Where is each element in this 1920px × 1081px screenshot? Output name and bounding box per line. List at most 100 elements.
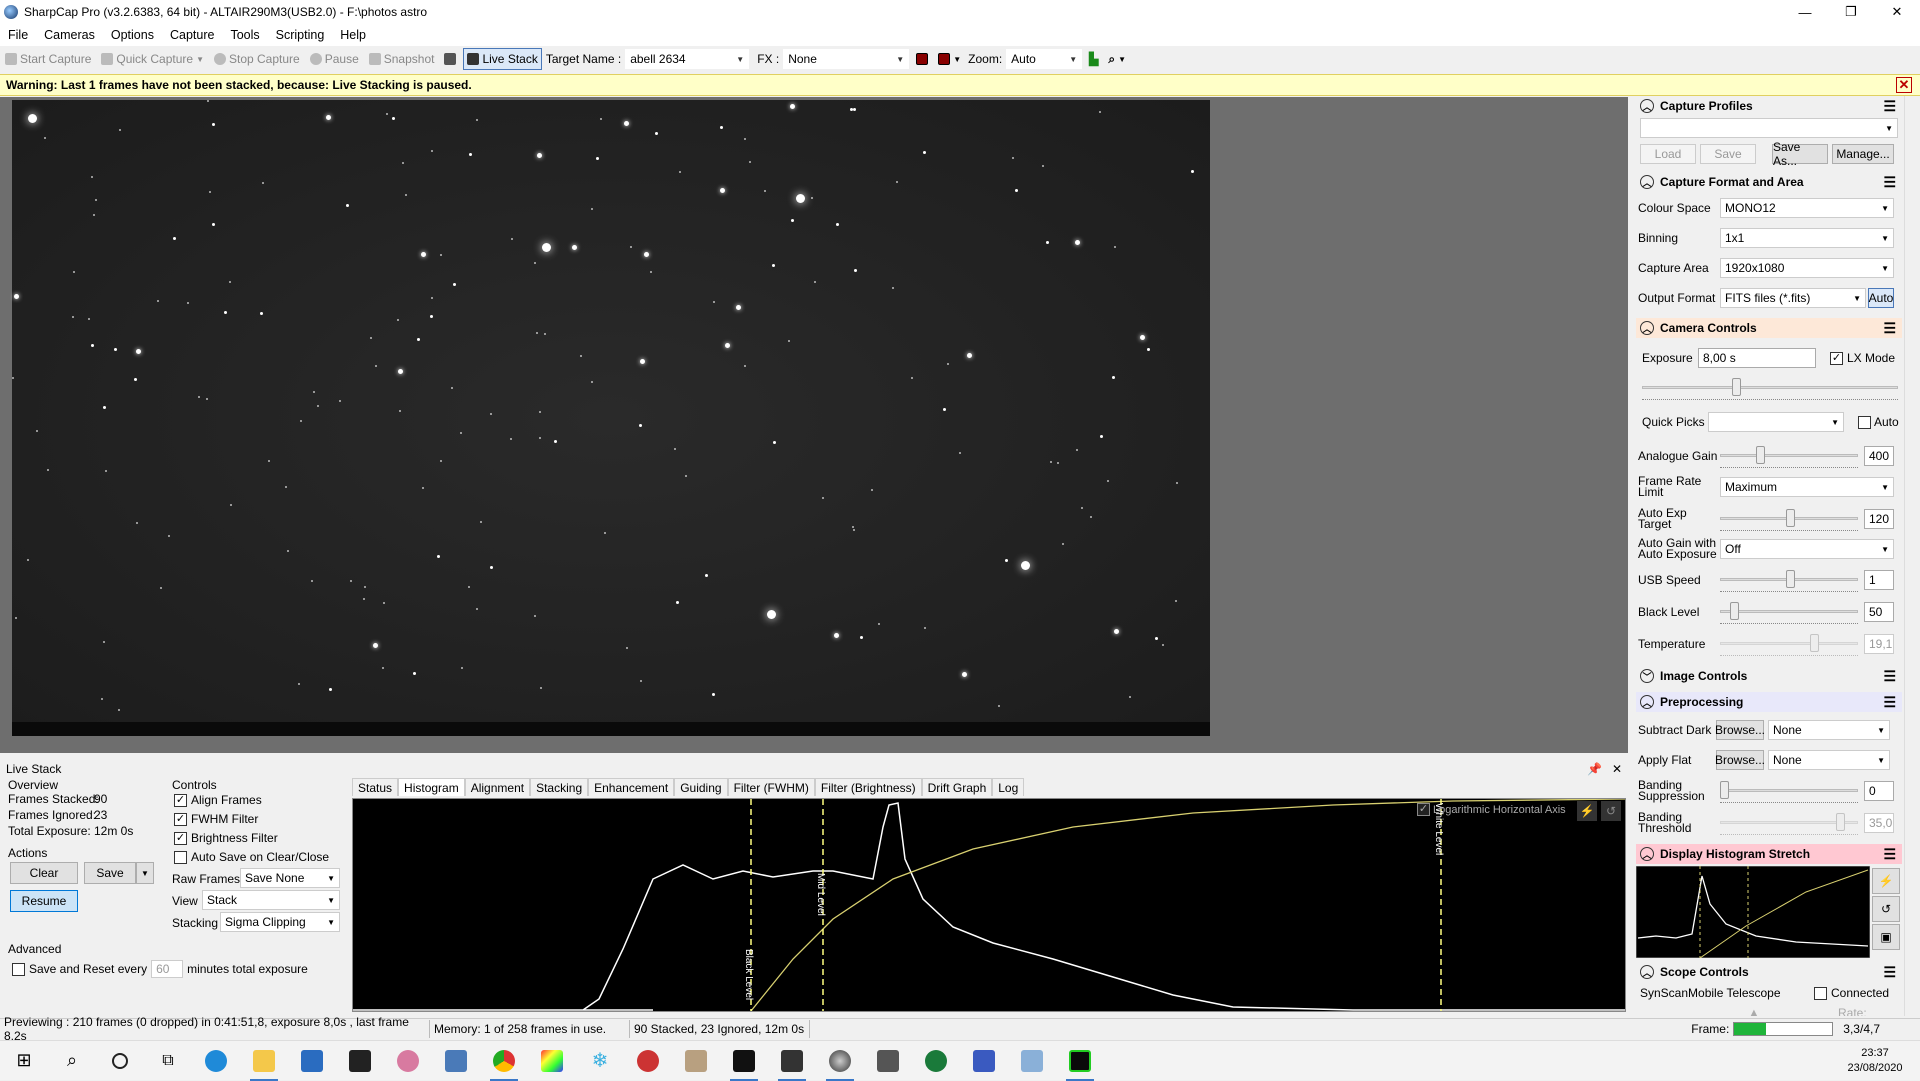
chevron-down-icon[interactable]: ▼: [1118, 55, 1126, 64]
menu-file[interactable]: File: [0, 28, 36, 42]
color-app-icon[interactable]: [528, 1041, 576, 1081]
blue-app-icon[interactable]: [960, 1041, 1008, 1081]
fx-combo[interactable]: None ▼: [783, 49, 910, 69]
menu-scripting[interactable]: Scripting: [268, 28, 333, 42]
reset-icon[interactable]: ↺: [1601, 801, 1621, 821]
quick-picks-combo[interactable]: ▼: [1708, 412, 1844, 432]
auto-save-checkbox[interactable]: [174, 850, 187, 864]
minimize-icon[interactable]: —: [1782, 0, 1828, 24]
black-level-slider[interactable]: [1720, 602, 1858, 624]
collapse-icon[interactable]: ︿: [1640, 175, 1654, 189]
shield-app-icon[interactable]: [912, 1041, 960, 1081]
star-app-icon[interactable]: [864, 1041, 912, 1081]
start-capture-button[interactable]: Start Capture: [2, 52, 94, 66]
red-app-icon[interactable]: [624, 1041, 672, 1081]
output-format-combo[interactable]: FITS files (*.fits) ▼: [1720, 288, 1866, 308]
collapse-icon[interactable]: ︿: [1640, 847, 1654, 861]
binning-combo[interactable]: 1x1 ▼: [1720, 228, 1894, 248]
tab-alignment[interactable]: Alignment: [464, 778, 531, 796]
file-explorer-icon[interactable]: [240, 1041, 288, 1081]
image-controls-header[interactable]: ﹀ Image Controls ☰: [1636, 666, 1902, 686]
focus-assist-button[interactable]: ▼: [935, 53, 964, 65]
slider-thumb[interactable]: [1732, 378, 1741, 396]
save-options-chevron-icon[interactable]: ▼: [136, 862, 154, 884]
scope-controls-header[interactable]: ︿ Scope Controls ☰: [1636, 962, 1902, 982]
save-stretch-icon[interactable]: ▣: [1872, 924, 1900, 950]
colour-space-combo[interactable]: MONO12 ▼: [1720, 198, 1894, 218]
cloud-app-icon[interactable]: [1008, 1041, 1056, 1081]
slider-thumb[interactable]: [1786, 570, 1795, 588]
task-view-icon[interactable]: ⧉: [144, 1041, 192, 1081]
black-level-input[interactable]: 50: [1864, 602, 1894, 622]
save-profile-button[interactable]: Save: [1700, 144, 1756, 164]
menu-cameras[interactable]: Cameras: [36, 28, 103, 42]
slider-thumb[interactable]: [1786, 509, 1795, 527]
auto-stretch-icon[interactable]: ⚡: [1577, 801, 1597, 821]
capture-format-header[interactable]: ︿ Capture Format and Area ☰: [1636, 172, 1902, 192]
analogue-gain-input[interactable]: 400: [1864, 446, 1894, 466]
exposure-input[interactable]: 8,00 s: [1698, 348, 1816, 368]
display-stretch-header[interactable]: ︿ Display Histogram Stretch ☰: [1636, 844, 1902, 864]
connected-checkbox[interactable]: [1814, 986, 1827, 1000]
save-stack-button[interactable]: Save: [84, 862, 136, 884]
exposure-slider[interactable]: [1642, 378, 1898, 400]
save-reset-minutes-input[interactable]: 60: [151, 960, 184, 978]
menu-options[interactable]: Options: [103, 28, 162, 42]
stacking-combo[interactable]: Sigma Clipping ▼: [220, 912, 340, 932]
auto-exp-target-input[interactable]: 120: [1864, 509, 1894, 529]
app-icon-dark[interactable]: [336, 1041, 384, 1081]
tab-stacking[interactable]: Stacking: [530, 778, 589, 796]
banding-suppression-slider[interactable]: [1720, 781, 1858, 803]
manage-profiles-button[interactable]: Manage...: [1832, 144, 1894, 164]
raw-frames-combo[interactable]: Save None ▼: [240, 868, 340, 888]
histogram-toggle-button[interactable]: ▙: [1086, 52, 1101, 66]
expand-icon[interactable]: ﹀: [1640, 669, 1654, 683]
hamburger-menu-icon[interactable]: ☰: [1883, 964, 1896, 981]
tab-log[interactable]: Log: [992, 778, 1025, 796]
menu-tools[interactable]: Tools: [222, 28, 267, 42]
fwhm-filter-checkbox[interactable]: ✓: [174, 812, 187, 826]
slider-thumb[interactable]: [1720, 781, 1729, 799]
tab-histogram[interactable]: Histogram: [398, 778, 465, 796]
collapse-icon[interactable]: ︿: [1640, 695, 1654, 709]
browse-dark-button[interactable]: Browse...: [1715, 720, 1765, 740]
align-frames-checkbox[interactable]: ✓: [174, 793, 187, 807]
brightness-filter-checkbox[interactable]: ✓: [174, 831, 187, 845]
image-viewport[interactable]: [0, 97, 1628, 753]
auto-exp-target-slider[interactable]: [1720, 509, 1858, 531]
load-profile-button[interactable]: Load: [1640, 144, 1696, 164]
astro-app-icon[interactable]: [720, 1041, 768, 1081]
close-icon[interactable]: ✕: [1874, 0, 1920, 24]
capture-area-combo[interactable]: 1920x1080 ▼: [1720, 258, 1894, 278]
zoom-tool-button[interactable]: ⌕ ▼: [1105, 52, 1129, 67]
pin-icon[interactable]: 📌: [1587, 762, 1602, 776]
save-as-profile-button[interactable]: Save As...: [1772, 140, 1828, 168]
zoom-combo[interactable]: Auto ▼: [1006, 49, 1083, 69]
start-icon[interactable]: ⊞: [0, 1041, 48, 1081]
camera-controls-header[interactable]: ︿ Camera Controls ☰: [1636, 318, 1902, 338]
chrome-icon[interactable]: [480, 1041, 528, 1081]
stop-capture-button[interactable]: Stop Capture: [211, 52, 303, 66]
tab-enhancement[interactable]: Enhancement: [588, 778, 675, 796]
app-icon-pink[interactable]: [384, 1041, 432, 1081]
target-name-combo[interactable]: abell 2634 ▼: [625, 49, 750, 69]
hamburger-menu-icon[interactable]: ☰: [1883, 174, 1896, 191]
collapse-icon[interactable]: ︿: [1640, 321, 1654, 335]
capture-profiles-header[interactable]: ︿ Capture Profiles ☰: [1636, 96, 1902, 116]
system-clock[interactable]: 23:37 23/08/2020: [1830, 1046, 1920, 1076]
preprocessing-header[interactable]: ︿ Preprocessing ☰: [1636, 692, 1902, 712]
stretch-histogram[interactable]: [1636, 866, 1870, 958]
tab-guiding[interactable]: Guiding: [674, 778, 728, 796]
auto-exposure-checkbox[interactable]: [1858, 415, 1871, 429]
snapshot-button[interactable]: Snapshot: [366, 52, 438, 66]
quick-capture-button[interactable]: Quick Capture ▼: [98, 52, 207, 66]
search-icon[interactable]: ⌕: [48, 1041, 96, 1081]
green-app-icon[interactable]: [1056, 1041, 1104, 1081]
close-live-stack-icon[interactable]: ✕: [1612, 762, 1622, 776]
tools-app-icon[interactable]: [672, 1041, 720, 1081]
slider-thumb[interactable]: [1730, 602, 1739, 620]
resume-button[interactable]: Resume: [10, 890, 78, 912]
hamburger-menu-icon[interactable]: ☰: [1883, 320, 1896, 337]
output-format-auto-button[interactable]: Auto: [1868, 288, 1894, 308]
profile-combo[interactable]: ▼: [1640, 118, 1898, 138]
